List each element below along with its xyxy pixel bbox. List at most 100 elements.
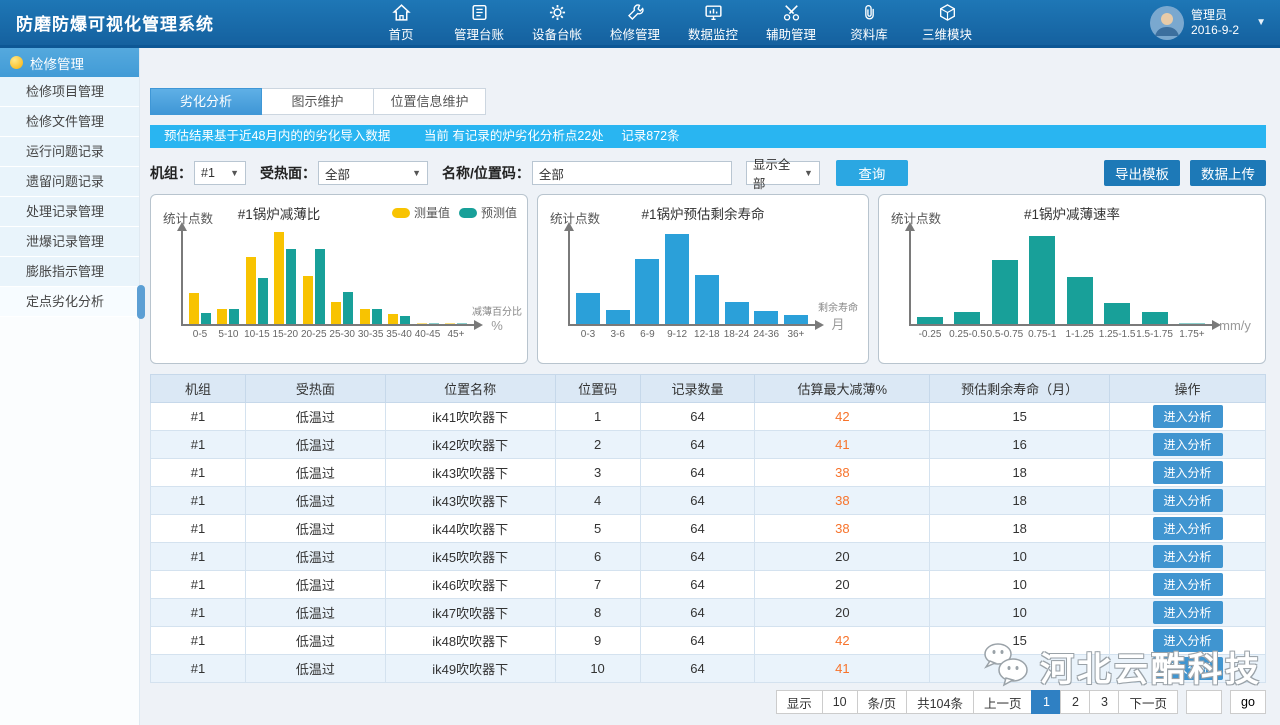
- page: 防磨防爆可视化管理系统 首页管理台账设备台帐检修管理数据监控辅助管理资料库三维模…: [0, 0, 1280, 725]
- enter-analysis-button[interactable]: 进入分析: [1153, 517, 1223, 540]
- nav-item-数据监控[interactable]: 数据监控: [687, 2, 739, 43]
- y-axis-label: 统计点数: [891, 208, 941, 227]
- cell: #1: [151, 403, 246, 431]
- nav-item-设备台帐[interactable]: 设备台帐: [531, 2, 583, 43]
- enter-analysis-button[interactable]: 进入分析: [1153, 433, 1223, 456]
- bar-测量值-45+: [445, 323, 455, 325]
- sidebar-item-处理记录管理[interactable]: 处理记录管理: [0, 197, 139, 227]
- page-button-3[interactable]: 3: [1089, 690, 1119, 714]
- sidebar-header-repair-management[interactable]: 检修管理: [0, 48, 139, 77]
- enter-analysis-button[interactable]: 进入分析: [1153, 405, 1223, 428]
- user-date: 2016-9-2: [1191, 23, 1239, 38]
- sidebar-item-检修文件管理[interactable]: 检修文件管理: [0, 107, 139, 137]
- nav-item-三维模块[interactable]: 三维模块: [921, 2, 973, 43]
- cell: 2: [555, 431, 640, 459]
- export-template-button[interactable]: 导出模板: [1104, 160, 1180, 186]
- prev-page-button[interactable]: 上一页: [973, 690, 1033, 714]
- cell: 10: [930, 599, 1110, 627]
- sidebar-item-运行问题记录[interactable]: 运行问题记录: [0, 137, 139, 167]
- cell: #1: [151, 459, 246, 487]
- x-axis: [909, 324, 1213, 326]
- data-upload-button[interactable]: 数据上传: [1190, 160, 1266, 186]
- bar-group-10-15: 10-15: [246, 235, 268, 324]
- tab-位置信息维护[interactable]: 位置信息维护: [374, 88, 486, 115]
- tab-bar: 劣化分析图示维护位置信息维护: [150, 88, 1266, 115]
- nav-item-检修管理[interactable]: 检修管理: [609, 2, 661, 43]
- bar-category-label: 6-9: [640, 329, 654, 340]
- page-size-value[interactable]: 10: [822, 690, 858, 714]
- enter-analysis-button[interactable]: 进入分析: [1153, 489, 1223, 512]
- tab-劣化分析[interactable]: 劣化分析: [150, 88, 262, 115]
- bar-group-45+: 45+: [445, 235, 467, 324]
- page-button-2[interactable]: 2: [1060, 690, 1090, 714]
- sidebar-item-遗留问题记录[interactable]: 遗留问题记录: [0, 167, 139, 197]
- enter-analysis-button[interactable]: 进入分析: [1153, 573, 1223, 596]
- cell: 64: [640, 543, 755, 571]
- cell: 15: [930, 403, 1110, 431]
- bar-group-0.5-0.75: 0.5-0.75: [992, 235, 1018, 324]
- query-button[interactable]: 查询: [836, 160, 908, 186]
- cell: ik43吹吹器下: [385, 487, 555, 515]
- sidebar-header-label: 检修管理: [30, 53, 84, 73]
- select-caret-icon: ▼: [804, 168, 813, 178]
- bar-category-label: 0-5: [193, 329, 207, 340]
- tab-图示维护[interactable]: 图示维护: [262, 88, 374, 115]
- bar-测量值-10-15: [246, 257, 256, 324]
- bar-预测值-0-5: [201, 313, 211, 324]
- sidebar-item-定点劣化分析[interactable]: 定点劣化分析: [0, 287, 139, 317]
- chart-panel-#1锅炉减薄速率: #1锅炉减薄速率统计点数mm/y-0.250.25-0.50.5-0.750.7…: [878, 194, 1266, 364]
- table-row: #1低温过ik48吹吹器下9644215进入分析: [151, 627, 1266, 655]
- page-button-1[interactable]: 1: [1031, 690, 1061, 714]
- cell: 38: [755, 487, 930, 515]
- cell: 64: [640, 655, 755, 683]
- action-cell: 进入分析: [1110, 431, 1266, 459]
- user-menu[interactable]: 管理员 2016-9-2 ▼: [1150, 6, 1266, 40]
- cell: 7: [555, 571, 640, 599]
- unit-select[interactable]: #1 ▼: [194, 161, 246, 185]
- surface-select[interactable]: 全部 ▼: [318, 161, 428, 185]
- notice-text-1: 预估结果基于近48月内的的劣化导入数据: [164, 129, 390, 143]
- enter-analysis-button[interactable]: 进入分析: [1153, 629, 1223, 652]
- chart-legend: 测量值预测值: [392, 204, 517, 221]
- sidebar-item-膨胀指示管理[interactable]: 膨胀指示管理: [0, 257, 139, 287]
- bar-group-18-24: 18-24: [725, 235, 749, 324]
- cell: 38: [755, 459, 930, 487]
- cell: 低温过: [245, 487, 385, 515]
- enter-analysis-button[interactable]: 进入分析: [1153, 545, 1223, 568]
- sidebar-item-泄爆记录管理[interactable]: 泄爆记录管理: [0, 227, 139, 257]
- bar-group-0.25-0.5: 0.25-0.5: [954, 235, 980, 324]
- sidebar-item-检修项目管理[interactable]: 检修项目管理: [0, 77, 139, 107]
- cell: 低温过: [245, 627, 385, 655]
- enter-analysis-button[interactable]: 进入分析: [1153, 461, 1223, 484]
- table-row: #1低温过ik46吹吹器下7642010进入分析: [151, 571, 1266, 599]
- nav-item-辅助管理[interactable]: 辅助管理: [765, 2, 817, 43]
- action-cell: 进入分析: [1110, 487, 1266, 515]
- enter-analysis-button[interactable]: 进入分析: [1153, 657, 1223, 680]
- enter-analysis-button[interactable]: 进入分析: [1153, 601, 1223, 624]
- cell: 20: [755, 543, 930, 571]
- page-jump-input[interactable]: [1186, 690, 1222, 714]
- chevron-down-icon[interactable]: ▼: [1256, 17, 1266, 28]
- cell: ik48吹吹器下: [385, 627, 555, 655]
- bar-group-40-45: 40-45: [417, 235, 439, 324]
- cell: ik42吹吹器下: [385, 431, 555, 459]
- bar-group-5-10: 5-10: [217, 235, 239, 324]
- next-page-button[interactable]: 下一页: [1118, 690, 1178, 714]
- app-title: 防磨防爆可视化管理系统: [0, 10, 375, 35]
- cell: #1: [151, 627, 246, 655]
- action-cell: 进入分析: [1110, 543, 1266, 571]
- name-code-input[interactable]: [532, 161, 732, 185]
- bar-category-label: -0.25: [919, 329, 942, 340]
- cell: 18: [930, 459, 1110, 487]
- display-select[interactable]: 显示全部 ▼: [746, 161, 820, 185]
- bar-统计点数--0.25: [917, 317, 943, 324]
- nav-item-管理台账[interactable]: 管理台账: [453, 2, 505, 43]
- table-row: #1低温过ik42吹吹器下2644116进入分析: [151, 431, 1266, 459]
- nav-item-首页[interactable]: 首页: [375, 2, 427, 43]
- y-axis: [568, 231, 570, 325]
- y-axis-label: 统计点数: [163, 208, 213, 227]
- cell: 64: [640, 459, 755, 487]
- nav-item-资料库[interactable]: 资料库: [843, 2, 895, 43]
- page-go-button[interactable]: go: [1230, 690, 1266, 714]
- cell: 20: [755, 571, 930, 599]
